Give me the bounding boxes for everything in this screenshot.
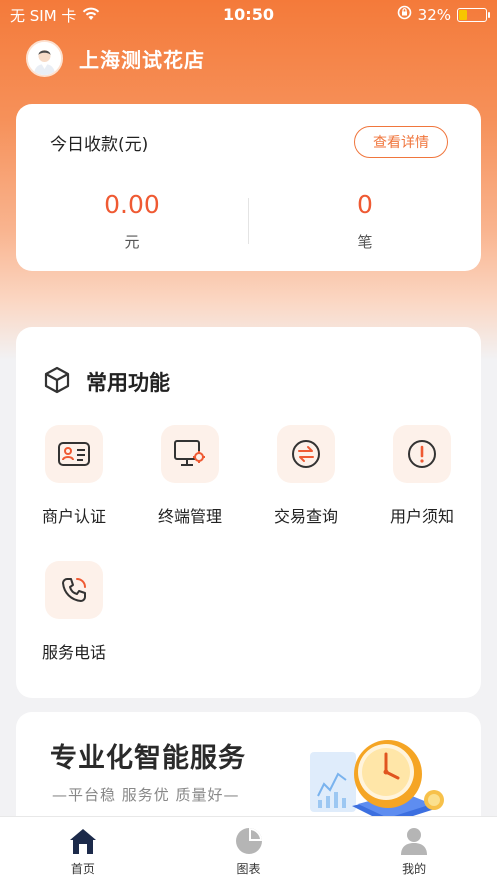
income-count-unit: 笔	[357, 233, 373, 251]
banner-title: 专业化智能服务	[50, 743, 246, 774]
function-label: 用户须知	[389, 507, 454, 526]
function-label: 交易查询	[273, 507, 338, 526]
common-functions-card: 常用功能 商户认证 终端管理 交易查询 用户须知 服务电话	[16, 327, 481, 698]
user-icon	[398, 825, 430, 857]
today-income-card: 今日收款(元) 查看详情 0.00 元 0 笔	[16, 104, 481, 271]
tab-label: 首页	[70, 862, 95, 876]
income-amount-stat: 0.00 元	[16, 190, 248, 252]
tab-label: 图表	[236, 862, 261, 876]
function-terminal-manage[interactable]: 终端管理	[132, 425, 248, 527]
function-service-phone[interactable]: 服务电话	[16, 561, 132, 663]
tab-mine[interactable]: 我的	[331, 817, 497, 883]
battery-icon	[457, 7, 490, 22]
income-count-value: 0	[357, 190, 373, 219]
function-user-notice[interactable]: 用户须知	[364, 425, 480, 527]
id-card-icon	[45, 425, 103, 483]
view-details-button[interactable]: 查看详情	[354, 126, 448, 158]
function-label: 服务电话	[41, 643, 106, 662]
shop-name: 上海测试花店	[79, 48, 205, 72]
exchange-icon	[277, 425, 335, 483]
functions-title: 常用功能	[86, 371, 170, 395]
phone-icon	[45, 561, 103, 619]
home-icon	[67, 825, 99, 857]
shop-header: 上海测试花店	[26, 40, 205, 77]
functions-header: 常用功能	[42, 365, 170, 399]
function-label: 商户认证	[41, 507, 106, 526]
status-bar: 无 SIM 卡 10:50 32%	[0, 0, 497, 30]
bottom-tab-bar: 首页 图表 我的	[0, 816, 497, 883]
pie-chart-icon	[233, 825, 265, 857]
function-label: 终端管理	[157, 507, 222, 526]
income-amount-unit: 元	[124, 233, 140, 251]
function-merchant-verify[interactable]: 商户认证	[16, 425, 132, 527]
terminal-settings-icon	[161, 425, 219, 483]
cube-icon	[42, 365, 72, 399]
status-right: 32%	[397, 5, 490, 24]
clock-illustration	[306, 726, 456, 830]
income-amount-value: 0.00	[104, 190, 160, 219]
battery-level	[459, 9, 468, 20]
battery-percent: 32%	[417, 5, 451, 24]
tab-chart[interactable]: 图表	[166, 817, 332, 883]
banner-subtitle: —平台稳 服务优 质量好—	[52, 786, 240, 804]
income-count-stat: 0 笔	[249, 190, 481, 252]
tab-home[interactable]: 首页	[0, 817, 166, 883]
function-transaction-query[interactable]: 交易查询	[248, 425, 364, 527]
avatar[interactable]	[26, 40, 63, 77]
tab-label: 我的	[402, 862, 427, 876]
income-title: 今日收款(元)	[50, 135, 149, 155]
alert-icon	[393, 425, 451, 483]
rotation-lock-icon	[397, 5, 412, 24]
